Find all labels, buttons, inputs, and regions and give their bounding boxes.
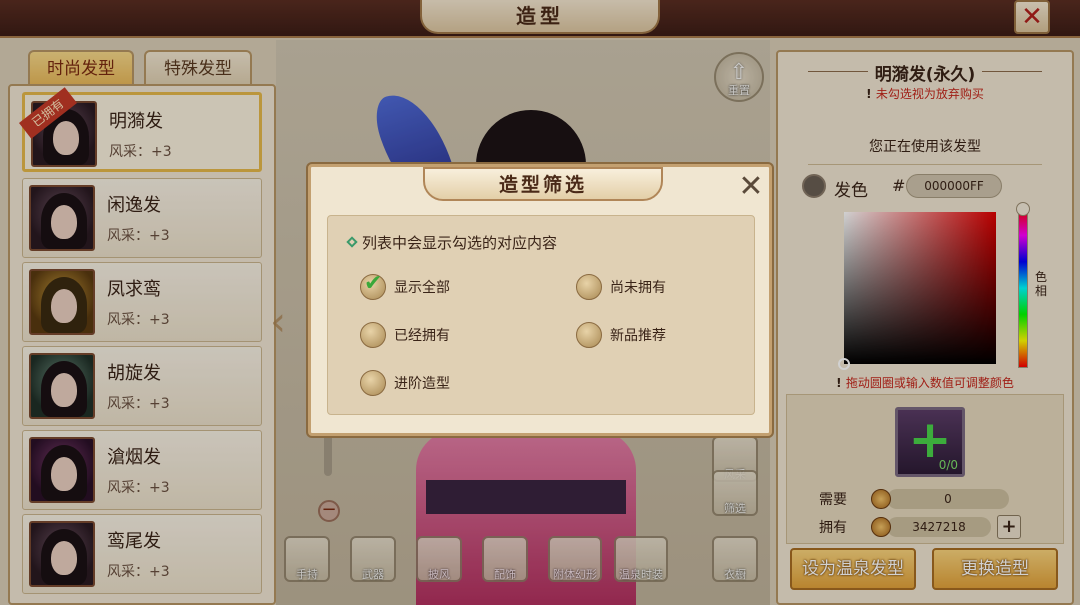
filter-option-not-owned[interactable]: 尚未拥有 bbox=[576, 274, 756, 302]
filter-options-box: 列表中会显示勾选的对应内容 ✔ 显示全部 尚未拥有 已经拥有 新品推荐 进阶造型 bbox=[327, 215, 755, 415]
check-icon: ✔ bbox=[364, 271, 383, 296]
checkbox[interactable]: ✔ bbox=[360, 271, 386, 300]
dialog-title: 造型筛选 bbox=[423, 167, 663, 201]
filter-dialog: 造型筛选 ✕ 列表中会显示勾选的对应内容 ✔ 显示全部 尚未拥有 已经拥有 新品… bbox=[308, 164, 772, 436]
option-label: 显示全部 bbox=[394, 280, 450, 296]
option-label: 新品推荐 bbox=[610, 328, 666, 344]
option-label: 尚未拥有 bbox=[610, 280, 666, 296]
option-label: 进阶造型 bbox=[394, 376, 450, 392]
checkbox[interactable] bbox=[360, 322, 386, 348]
checkbox[interactable] bbox=[576, 274, 602, 300]
checkbox[interactable] bbox=[576, 322, 602, 348]
filter-option-new[interactable]: 新品推荐 bbox=[576, 322, 756, 350]
filter-description: 列表中会显示勾选的对应内容 bbox=[362, 234, 558, 252]
diamond-icon bbox=[346, 236, 358, 248]
filter-option-advanced[interactable]: 进阶造型 bbox=[360, 370, 540, 398]
close-icon[interactable]: ✕ bbox=[735, 171, 767, 203]
checkbox[interactable] bbox=[360, 370, 386, 396]
option-label: 已经拥有 bbox=[394, 328, 450, 344]
filter-option-owned[interactable]: 已经拥有 bbox=[360, 322, 540, 350]
filter-option-show-all[interactable]: ✔ 显示全部 bbox=[360, 271, 540, 302]
